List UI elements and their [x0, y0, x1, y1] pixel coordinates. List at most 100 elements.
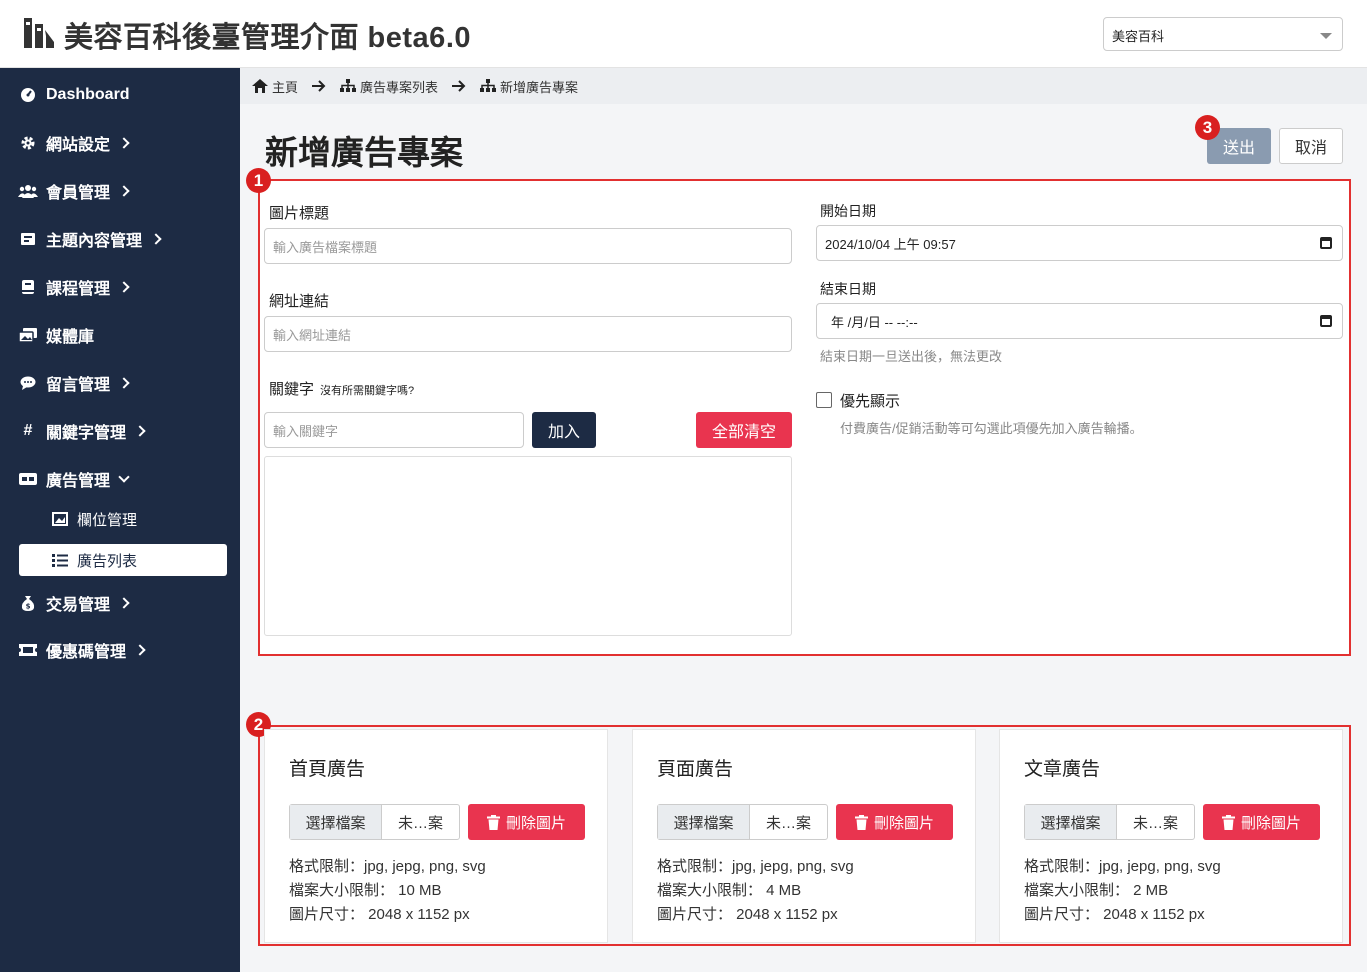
- calendar-icon[interactable]: [1320, 237, 1332, 249]
- sidebar-item-label: 主題內容管理: [46, 233, 143, 250]
- format-limit: 格式限制：jpg, jepg, png, svg: [289, 858, 486, 875]
- url-input[interactable]: 輸入網址連結: [264, 316, 792, 352]
- users-icon: [18, 183, 38, 199]
- sidebar-item-coupons[interactable]: 優惠碼管理: [0, 628, 240, 672]
- ad-card-page: 頁面廣告 選擇檔案 未…案 刪除圖片 格式限制：jpg, jepg, png, …: [632, 729, 976, 943]
- sidebar-item-content[interactable]: 主題內容管理: [0, 217, 240, 261]
- delete-image-button[interactable]: 刪除圖片: [836, 804, 953, 840]
- image-frame-icon: [51, 512, 69, 526]
- sidebar-subitem-ad-list[interactable]: 廣告列表: [19, 544, 227, 576]
- sidebar-subitem-slot-management[interactable]: 欄位管理: [19, 503, 227, 535]
- arrow-right-icon: [452, 80, 466, 92]
- trash-icon: [854, 814, 868, 830]
- ad-card-homepage: 首頁廣告 選擇檔案 未…案 刪除圖片 格式限制：jpg, jepg, png, …: [264, 729, 608, 943]
- sidebar-item-label: 網站設定: [46, 137, 111, 154]
- end-date-input[interactable]: 年 /月/日 -- --:--: [816, 303, 1343, 339]
- file-name: 未…案: [765, 814, 811, 832]
- dimension-limit: 圖片尺寸： 2048 x 1152 px: [1024, 906, 1205, 923]
- sidebar-item-transactions[interactable]: $ 交易管理: [0, 581, 240, 625]
- priority-checkbox[interactable]: [816, 392, 832, 408]
- chevron-right-icon: [134, 425, 146, 437]
- keyword-missing-link[interactable]: 沒有所需關鍵字嗎?: [320, 385, 414, 397]
- size-limit: 檔案大小限制： 4 MB: [657, 882, 802, 899]
- calendar-icon[interactable]: [1320, 315, 1332, 327]
- breadcrumb-ad-project-list[interactable]: 廣告專案列表: [340, 77, 438, 96]
- app-title: 美容百科後臺管理介面 beta6.0: [64, 22, 471, 54]
- file-input[interactable]: 選擇檔案 未…案: [657, 804, 828, 840]
- sidebar-item-label: 交易管理: [46, 597, 111, 614]
- file-input[interactable]: 選擇檔案 未…案: [289, 804, 460, 840]
- sidebar-item-label: 媒體庫: [46, 329, 95, 346]
- sidebar-item-keywords[interactable]: # 關鍵字管理: [0, 409, 240, 453]
- end-date-label: 結束日期: [820, 281, 876, 297]
- sidebar-item-media[interactable]: 媒體庫: [0, 313, 240, 357]
- sidebar-item-ads[interactable]: 廣告管理: [0, 457, 240, 501]
- home-icon: [252, 79, 268, 93]
- url-label: 網址連結: [269, 293, 330, 310]
- chevron-right-icon: [118, 137, 130, 149]
- comment-icon: [18, 375, 38, 391]
- sitemap-icon: [480, 79, 497, 92]
- sidebar: Dashboard 網站設定 會員管理 主題內容管理 課程管理 媒體庫 留言管理…: [0, 68, 240, 972]
- format-limit: 格式限制：jpg, jepg, png, svg: [657, 858, 854, 875]
- keyword-input[interactable]: 輸入關鍵字: [264, 412, 524, 448]
- top-header: 美容百科後臺管理介面 beta6.0 美容百科: [0, 0, 1367, 68]
- breadcrumb-new-ad-project: 新增廣告專案: [480, 77, 578, 96]
- delete-image-button[interactable]: 刪除圖片: [1203, 804, 1320, 840]
- dashboard-icon: [18, 87, 38, 103]
- sidebar-item-comments[interactable]: 留言管理: [0, 361, 240, 405]
- delete-image-label: 刪除圖片: [873, 814, 934, 832]
- sidebar-item-label: 留言管理: [46, 377, 111, 394]
- annotation-badge-1: 1: [246, 168, 271, 193]
- card-title: 頁面廣告: [657, 759, 734, 780]
- file-name: 未…案: [1132, 814, 1178, 832]
- choose-file-button[interactable]: 選擇檔案: [1025, 805, 1117, 839]
- breadcrumb-label: 新增廣告專案: [500, 79, 579, 95]
- sidebar-item-label: 廣告管理: [46, 473, 111, 490]
- chevron-down-icon: [1320, 33, 1332, 39]
- chevron-right-icon: [118, 281, 130, 293]
- priority-label: 優先顯示: [840, 393, 901, 410]
- cancel-button[interactable]: 取消: [1279, 128, 1343, 164]
- add-keyword-button[interactable]: 加入: [532, 412, 596, 448]
- sidebar-item-label: Dashboard: [46, 86, 130, 103]
- site-select[interactable]: 美容百科: [1103, 17, 1343, 51]
- sidebar-item-dashboard[interactable]: Dashboard: [0, 73, 240, 117]
- sidebar-item-label: 關鍵字管理: [46, 425, 127, 442]
- delete-image-label: 刪除圖片: [1240, 814, 1301, 832]
- list-icon: [51, 553, 69, 567]
- sidebar-item-courses[interactable]: 課程管理: [0, 265, 240, 309]
- book-icon: [18, 231, 38, 247]
- end-date-hint: 結束日期一旦送出後，無法更改: [820, 349, 1003, 364]
- sidebar-item-label: 會員管理: [46, 185, 111, 202]
- choose-file-button[interactable]: 選擇檔案: [658, 805, 750, 839]
- keyword-label: 關鍵字: [269, 381, 315, 398]
- start-date-input[interactable]: 2024/10/04 上午 09:57: [816, 225, 1343, 261]
- sitemap-icon: [340, 79, 357, 92]
- logo-icon: [24, 18, 54, 48]
- chevron-right-icon: [118, 185, 130, 197]
- file-input[interactable]: 選擇檔案 未…案: [1024, 804, 1195, 840]
- ad-card-article: 文章廣告 選擇檔案 未…案 刪除圖片 格式限制：jpg, jepg, png, …: [999, 729, 1343, 943]
- dimension-limit: 圖片尺寸： 2048 x 1152 px: [657, 906, 838, 923]
- sidebar-subitem-label: 欄位管理: [77, 511, 138, 529]
- breadcrumb-home[interactable]: 主頁: [252, 77, 298, 96]
- sidebar-item-label: 優惠碼管理: [46, 644, 127, 661]
- card-title: 首頁廣告: [289, 759, 366, 780]
- breadcrumb-label: 廣告專案列表: [360, 79, 439, 95]
- ad-icon: [18, 471, 38, 487]
- sidebar-item-site-settings[interactable]: 網站設定: [0, 121, 240, 165]
- start-date-label: 開始日期: [820, 203, 876, 219]
- money-bag-icon: $: [18, 595, 38, 611]
- image-title-input[interactable]: 輸入廣告檔案標題: [264, 228, 792, 264]
- end-date-value: 年 /月/日 -- --:--: [831, 314, 918, 330]
- delete-image-button[interactable]: 刪除圖片: [468, 804, 585, 840]
- clear-all-button[interactable]: 全部清空: [696, 412, 792, 448]
- choose-file-button[interactable]: 選擇檔案: [290, 805, 382, 839]
- format-limit: 格式限制：jpg, jepg, png, svg: [1024, 858, 1221, 875]
- dimension-limit: 圖片尺寸： 2048 x 1152 px: [289, 906, 470, 923]
- keyword-list-box: [264, 456, 792, 636]
- sidebar-item-members[interactable]: 會員管理: [0, 169, 240, 213]
- file-name: 未…案: [397, 814, 443, 832]
- chevron-right-icon: [150, 233, 162, 245]
